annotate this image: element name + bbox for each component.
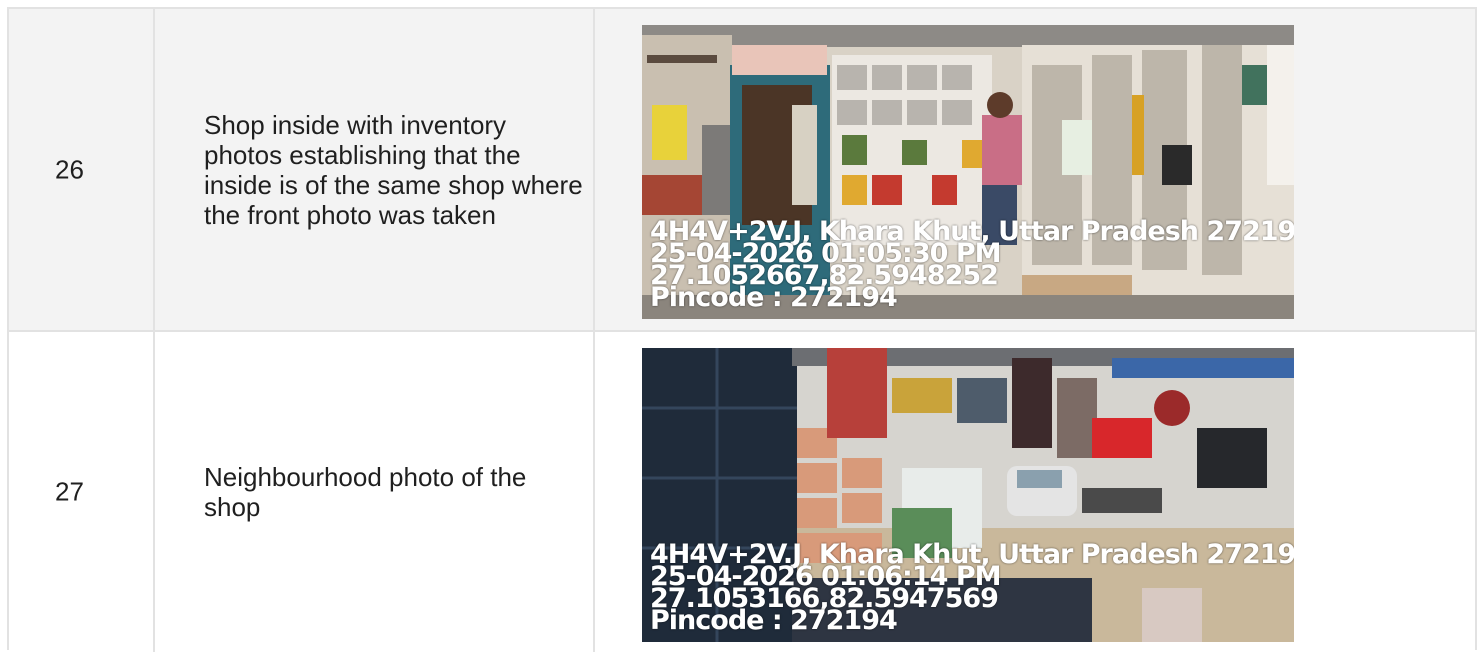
photo-cell: 4H4V+2V.J, Khara Khut, Uttar Pradesh 272… [595, 332, 1475, 652]
description-text: Shop inside with inventory photos establ… [204, 109, 583, 230]
serial-number: 26 [55, 154, 84, 184]
description-text: Neighbourhood photo of the shop [204, 462, 527, 522]
table-row: 27 Neighbourhood photo of the shop 4H4V+… [9, 332, 1475, 652]
evidence-table: 26 Shop inside with inventory photos est… [7, 7, 1477, 652]
neighbourhood-photo: 4H4V+2V.J, Khara Khut, Uttar Pradesh 272… [642, 348, 1294, 642]
description-cell: Shop inside with inventory photos establ… [155, 9, 595, 330]
serial-number-cell: 27 [9, 332, 155, 652]
photo-cell: 4H4V+2V.J, Khara Khut, Uttar Pradesh 272… [595, 9, 1475, 330]
geo-stamp: 4H4V+2V.J, Khara Khut, Uttar Pradesh 272… [650, 218, 1294, 311]
serial-number: 27 [55, 476, 84, 507]
serial-number-cell: 26 [9, 9, 155, 330]
geo-stamp: 4H4V+2V.J, Khara Khut, Uttar Pradesh 272… [650, 541, 1294, 634]
shop-interior-photo: 4H4V+2V.J, Khara Khut, Uttar Pradesh 272… [642, 25, 1294, 319]
table-row: 26 Shop inside with inventory photos est… [9, 9, 1475, 332]
description-cell: Neighbourhood photo of the shop [155, 332, 595, 652]
